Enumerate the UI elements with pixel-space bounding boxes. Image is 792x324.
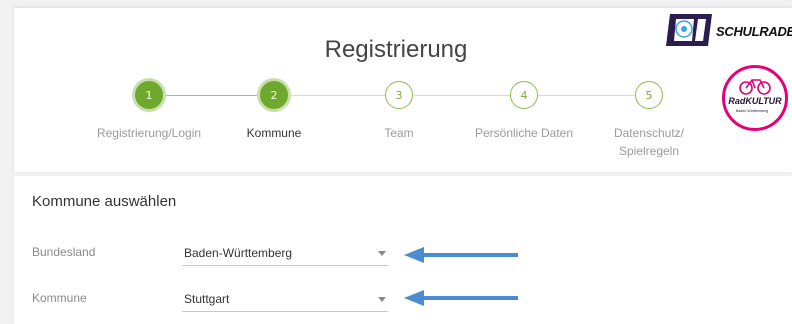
bundesland-select-value: Baden-Württemberg [184,246,293,260]
radkultur-logo-subtext: Baden-Württemberg [736,109,768,113]
radkultur-logo-icon: RadKULTUR Baden-Württemberg [728,79,782,113]
schulradeln-logo: SCHULRADELN [664,12,792,48]
bundesland-select[interactable]: Baden-Württemberg [182,244,388,266]
chevron-down-icon[interactable] [378,297,386,302]
radkultur-logo-text: RadKULTUR [728,96,782,106]
kommune-select-value: Stuttgart [184,292,230,306]
step-4-circle: 4 [510,81,538,109]
schulradeln-logo-icon [666,14,712,46]
step-3-label: Team [384,126,414,140]
step-1-label[interactable]: Registrierung/Login [84,124,214,142]
kommune-select[interactable]: Stuttgart [182,290,388,312]
step-5-label: Datenschutz/ Spielregeln [584,124,714,160]
step-connector [538,95,635,96]
radkultur-logo: RadKULTUR Baden-Württemberg [722,65,788,131]
step-5-label-line2: Spielregeln [618,144,680,158]
step-3-circle: 3 [385,81,413,109]
step-5-label-line1: Datenschutz/ [613,126,685,140]
step-5-circle: 5 [635,81,663,109]
step-2-circle[interactable]: 2 [260,81,288,109]
kommune-label: Kommune [32,291,87,305]
section-title: Kommune auswählen [32,193,177,210]
arrow-left-icon [404,290,518,306]
step-connector [288,95,385,96]
chevron-down-icon[interactable] [378,251,386,256]
step-1-circle[interactable]: 1 [135,81,163,109]
step-connector [413,95,510,96]
step-connector [163,95,260,96]
arrow-left-icon [404,247,518,263]
schulradeln-logo-text: SCHULRADELN [716,24,792,39]
bundesland-label: Bundesland [32,245,96,259]
step-2-label[interactable]: Kommune [209,124,339,142]
step-4-label: Persönliche Daten [474,126,574,140]
